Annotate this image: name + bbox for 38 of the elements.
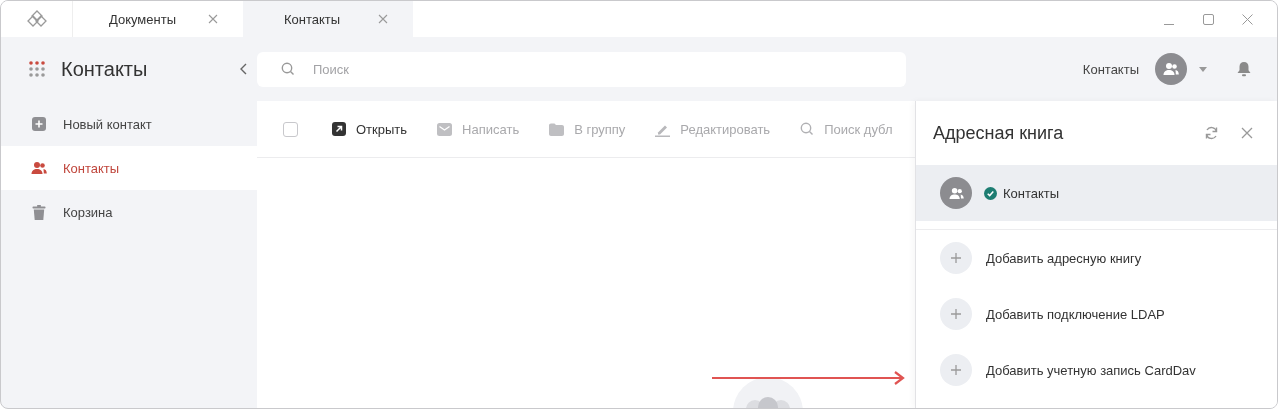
envelope-icon xyxy=(437,122,453,136)
module-title: Контакты xyxy=(61,57,149,81)
panel-title: Адресная книга xyxy=(933,122,1065,144)
sidebar-item[interactable]: Корзина xyxy=(1,190,257,234)
add-action-item[interactable]: Добавить учетную запись CardDav xyxy=(916,342,1277,398)
select-all-checkbox[interactable] xyxy=(283,121,298,137)
close-icon[interactable] xyxy=(1241,127,1253,139)
collapse-chevron-icon[interactable] xyxy=(240,63,247,75)
add-action-item[interactable]: Добавить адресную книгу xyxy=(916,230,1277,286)
close-icon[interactable] xyxy=(208,14,218,24)
trash-icon xyxy=(31,204,47,220)
open-arrow-icon xyxy=(332,122,346,136)
refresh-icon[interactable] xyxy=(1204,126,1219,140)
sidebar-item[interactable]: Новый контакт xyxy=(1,102,257,146)
app-logo-icon xyxy=(26,9,47,29)
module-label: Контакты xyxy=(1082,61,1139,77)
plus-icon xyxy=(940,242,972,274)
apps-grid-icon[interactable] xyxy=(29,61,45,77)
maximize-icon[interactable] xyxy=(1203,13,1214,25)
sidebar-item[interactable]: Контакты xyxy=(1,146,257,190)
search-icon xyxy=(800,122,815,136)
notification-bell-icon[interactable] xyxy=(1237,61,1251,77)
document-tab[interactable]: Контакты xyxy=(243,1,413,37)
toolbar-action[interactable]: Открыть xyxy=(332,121,408,137)
people-avatar-icon xyxy=(940,177,972,209)
add-action-item[interactable]: Добавить подключение LDAP xyxy=(916,286,1277,342)
user-avatar[interactable] xyxy=(1155,53,1187,85)
close-icon[interactable] xyxy=(1242,13,1253,25)
folder-icon xyxy=(549,122,565,136)
close-icon[interactable] xyxy=(378,14,388,24)
search-field[interactable]: Поиск xyxy=(257,51,906,87)
search-icon xyxy=(281,61,295,76)
plus-icon xyxy=(31,117,47,131)
caret-icon[interactable] xyxy=(1199,66,1207,72)
plus-icon xyxy=(940,354,972,386)
address-book-item[interactable]: Контакты xyxy=(916,165,1277,221)
plus-icon xyxy=(940,298,972,330)
people-icon xyxy=(31,161,47,175)
